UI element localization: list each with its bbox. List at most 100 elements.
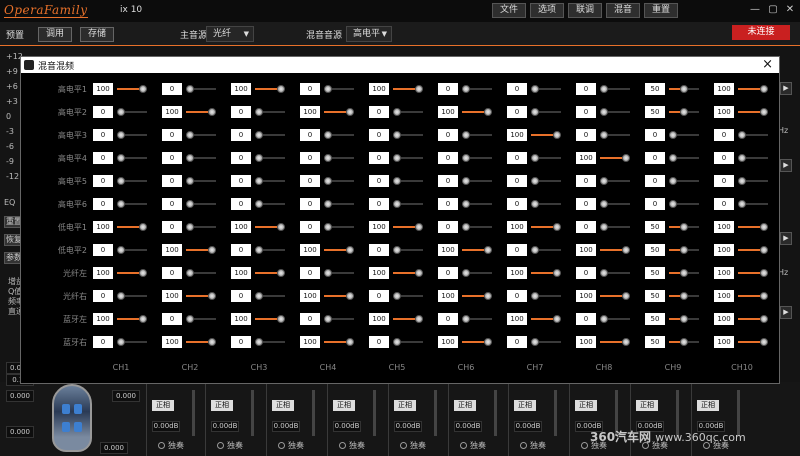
mix-value[interactable]: 0 <box>438 221 458 233</box>
slider-track[interactable] <box>462 85 492 93</box>
slider-track[interactable] <box>669 246 699 254</box>
mix-slider-cell[interactable]: 0 <box>300 83 354 95</box>
solo-radio[interactable]: 独奏 <box>217 440 243 451</box>
mix-value[interactable]: 0 <box>714 129 734 141</box>
slider-track[interactable] <box>117 131 147 139</box>
slider-knob-icon[interactable] <box>760 246 768 254</box>
mix-slider-cell[interactable]: 0 <box>438 267 492 279</box>
slider-track[interactable] <box>186 85 216 93</box>
mix-value[interactable]: 100 <box>93 313 113 325</box>
slider-knob-icon[interactable] <box>324 315 332 323</box>
slider-knob-icon[interactable] <box>462 223 470 231</box>
solo-radio[interactable]: 独奏 <box>278 440 304 451</box>
mix-value[interactable]: 0 <box>162 267 182 279</box>
slider-knob-icon[interactable] <box>139 85 147 93</box>
maximize-icon[interactable]: ▢ <box>766 3 780 17</box>
mix-value[interactable]: 0 <box>231 198 251 210</box>
slider-track[interactable] <box>186 108 216 116</box>
slider-knob-icon[interactable] <box>117 246 125 254</box>
slider-track[interactable] <box>738 131 768 139</box>
mix-value[interactable]: 0 <box>300 175 320 187</box>
mix-slider-cell[interactable]: 0 <box>162 129 216 141</box>
slider-knob-icon[interactable] <box>760 269 768 277</box>
slider-knob-icon[interactable] <box>600 85 608 93</box>
mix-slider-cell[interactable]: 0 <box>231 175 285 187</box>
slider-track[interactable] <box>117 154 147 162</box>
mix-value[interactable]: 0 <box>231 336 251 348</box>
menu-button-1[interactable]: 选项 <box>530 3 564 18</box>
mix-slider-cell[interactable]: 0 <box>231 106 285 118</box>
slider-knob-icon[interactable] <box>622 338 630 346</box>
mix-value[interactable]: 50 <box>645 221 665 233</box>
slider-track[interactable] <box>393 85 423 93</box>
slider-track[interactable] <box>117 292 147 300</box>
slider-track[interactable] <box>393 223 423 231</box>
slider-knob-icon[interactable] <box>531 338 539 346</box>
mix-slider-cell[interactable]: 100 <box>369 221 423 233</box>
mix-slider-cell[interactable]: 0 <box>369 129 423 141</box>
mix-value[interactable]: 100 <box>576 152 596 164</box>
menu-button-3[interactable]: 混音 <box>606 3 640 18</box>
slider-knob-icon[interactable] <box>669 154 677 162</box>
call-button[interactable]: 调用 <box>38 27 72 42</box>
mix-value[interactable]: 100 <box>369 267 389 279</box>
slider-knob-icon[interactable] <box>760 223 768 231</box>
slider-track[interactable] <box>600 338 630 346</box>
mix-value[interactable]: 0 <box>507 198 527 210</box>
mix-value[interactable]: 100 <box>231 221 251 233</box>
mix-value[interactable]: 100 <box>714 83 734 95</box>
mix-value[interactable]: 0 <box>231 106 251 118</box>
slider-track[interactable] <box>462 131 492 139</box>
phase-button[interactable]: 正相 <box>514 400 536 411</box>
mix-slider-cell[interactable]: 100 <box>369 267 423 279</box>
slider-track[interactable] <box>600 315 630 323</box>
mix-slider-cell[interactable]: 0 <box>369 336 423 348</box>
slider-knob-icon[interactable] <box>346 292 354 300</box>
mix-value[interactable]: 100 <box>438 336 458 348</box>
mix-slider-cell[interactable]: 0 <box>300 152 354 164</box>
slider-knob-icon[interactable] <box>738 131 746 139</box>
slider-knob-icon[interactable] <box>553 315 561 323</box>
slider-track[interactable] <box>600 131 630 139</box>
slider-knob-icon[interactable] <box>117 292 125 300</box>
slider-knob-icon[interactable] <box>117 338 125 346</box>
slider-knob-icon[interactable] <box>277 315 285 323</box>
slider-knob-icon[interactable] <box>255 338 263 346</box>
slider-track[interactable] <box>186 177 216 185</box>
slider-knob-icon[interactable] <box>462 315 470 323</box>
slider-track[interactable] <box>462 200 492 208</box>
mix-slider-cell[interactable]: 0 <box>162 83 216 95</box>
mix-source-select[interactable]: 高电平 ▼ <box>346 26 392 42</box>
slider-knob-icon[interactable] <box>600 315 608 323</box>
mix-slider-cell[interactable]: 0 <box>507 198 561 210</box>
slider-knob-icon[interactable] <box>415 315 423 323</box>
slider-track[interactable] <box>186 131 216 139</box>
mix-value[interactable]: 0 <box>231 175 251 187</box>
mix-slider-cell[interactable]: 0 <box>438 313 492 325</box>
mix-value[interactable]: 100 <box>507 129 527 141</box>
mix-value[interactable]: 100 <box>93 83 113 95</box>
slider-track[interactable] <box>117 200 147 208</box>
mix-value[interactable]: 0 <box>369 244 389 256</box>
slider-track[interactable] <box>186 154 216 162</box>
mix-slider-cell[interactable]: 0 <box>93 336 147 348</box>
mix-slider-cell[interactable]: 100 <box>369 83 423 95</box>
mix-slider-cell[interactable]: 0 <box>645 129 699 141</box>
mix-value[interactable]: 0 <box>231 244 251 256</box>
mix-value[interactable]: 0 <box>231 290 251 302</box>
slider-knob-icon[interactable] <box>117 131 125 139</box>
slider-track[interactable] <box>393 338 423 346</box>
mix-slider-cell[interactable]: 100 <box>162 336 216 348</box>
mix-value[interactable]: 0 <box>231 152 251 164</box>
mix-slider-cell[interactable]: 100 <box>438 244 492 256</box>
mix-slider-cell[interactable]: 0 <box>300 129 354 141</box>
slider-track[interactable] <box>669 177 699 185</box>
mix-slider-cell[interactable]: 100 <box>231 267 285 279</box>
slider-track[interactable] <box>324 85 354 93</box>
mix-slider-cell[interactable]: 50 <box>645 290 699 302</box>
mix-slider-cell[interactable]: 0 <box>714 175 768 187</box>
slider-knob-icon[interactable] <box>553 131 561 139</box>
mix-value[interactable]: 100 <box>231 267 251 279</box>
slider-track[interactable] <box>117 338 147 346</box>
slider-knob-icon[interactable] <box>484 108 492 116</box>
